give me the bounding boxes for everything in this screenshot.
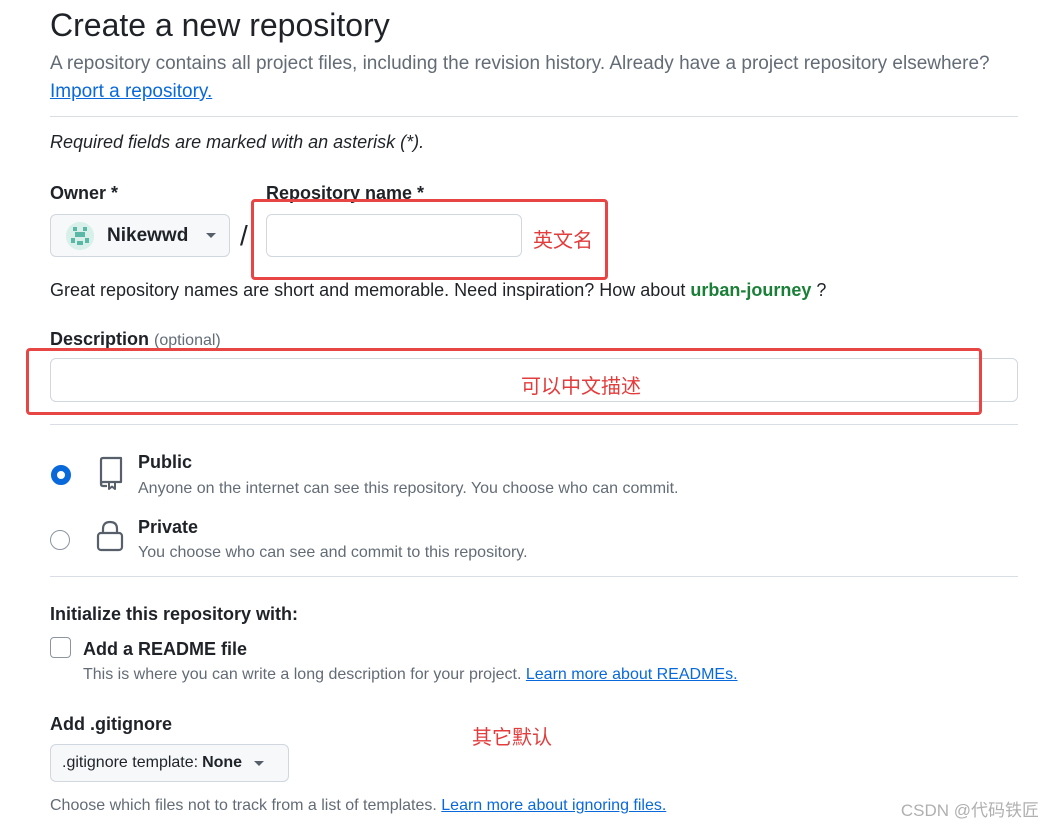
chevron-down-icon	[254, 760, 265, 766]
lock-icon	[96, 520, 124, 557]
annotation-description-note: 可以中文描述	[521, 376, 641, 398]
gitignore-select-value: None	[202, 754, 243, 771]
public-title: Public	[138, 452, 193, 472]
owner-repo-separator: /	[240, 220, 248, 251]
divider	[50, 116, 1018, 117]
gitignore-description-row: Choose which files not to track from a l…	[50, 797, 666, 815]
readme-description: This is where you can write a long descr…	[83, 666, 522, 683]
optional-tag: (optional)	[154, 332, 221, 349]
repo-name-hint-text: Great repository names are short and mem…	[50, 280, 686, 300]
gitignore-label: Add .gitignore	[50, 714, 172, 734]
hint-suffix: ?	[816, 280, 827, 300]
annotation-repo-name-note: 英文名	[533, 230, 593, 252]
page-title: Create a new repository	[50, 7, 390, 43]
name-suggestion[interactable]: urban-journey	[690, 280, 811, 300]
gitignore-template-select[interactable]: .gitignore template: None	[50, 744, 289, 782]
annotation-box-description	[26, 348, 982, 415]
learn-more-ignoring-files-link[interactable]: Learn more about ignoring files.	[441, 797, 666, 814]
page-subtitle: A repository contains all project files,…	[50, 53, 990, 74]
repo-name-hint: Great repository names are short and mem…	[50, 280, 826, 301]
initialize-heading: Initialize this repository with:	[50, 604, 299, 624]
private-radio[interactable]	[50, 530, 70, 550]
public-description: Anyone on the internet can see this repo…	[138, 480, 679, 497]
owner-select[interactable]: Nikewwd	[50, 214, 230, 257]
gitignore-select-prefix: .gitignore template:	[62, 754, 199, 771]
gitignore-description: Choose which files not to track from a l…	[50, 797, 437, 814]
divider	[50, 424, 1018, 425]
owner-name: Nikewwd	[107, 224, 189, 246]
repo-book-icon	[97, 456, 125, 495]
import-repository-link[interactable]: Import a repository.	[50, 80, 212, 104]
readme-checkbox[interactable]	[50, 637, 71, 658]
readme-label: Add a README file	[83, 639, 248, 659]
owner-label: Owner *	[50, 183, 119, 203]
watermark: CSDN @代码铁匠	[900, 801, 1039, 820]
identicon-icon	[66, 221, 94, 250]
learn-more-readmes-link[interactable]: Learn more about READMEs.	[526, 666, 738, 683]
description-label: Description	[50, 329, 150, 349]
private-title: Private	[138, 517, 199, 537]
divider	[50, 576, 1018, 577]
private-description: You choose who can see and commit to thi…	[138, 544, 528, 561]
required-fields-note: Required fields are marked with an aster…	[50, 132, 425, 152]
readme-description-row: This is where you can write a long descr…	[83, 666, 738, 684]
description-label-row: Description (optional)	[50, 329, 221, 350]
avatar	[66, 221, 94, 250]
annotation-defaults-note: 其它默认	[472, 727, 552, 749]
public-radio[interactable]	[51, 465, 71, 485]
chevron-down-icon	[206, 233, 217, 238]
